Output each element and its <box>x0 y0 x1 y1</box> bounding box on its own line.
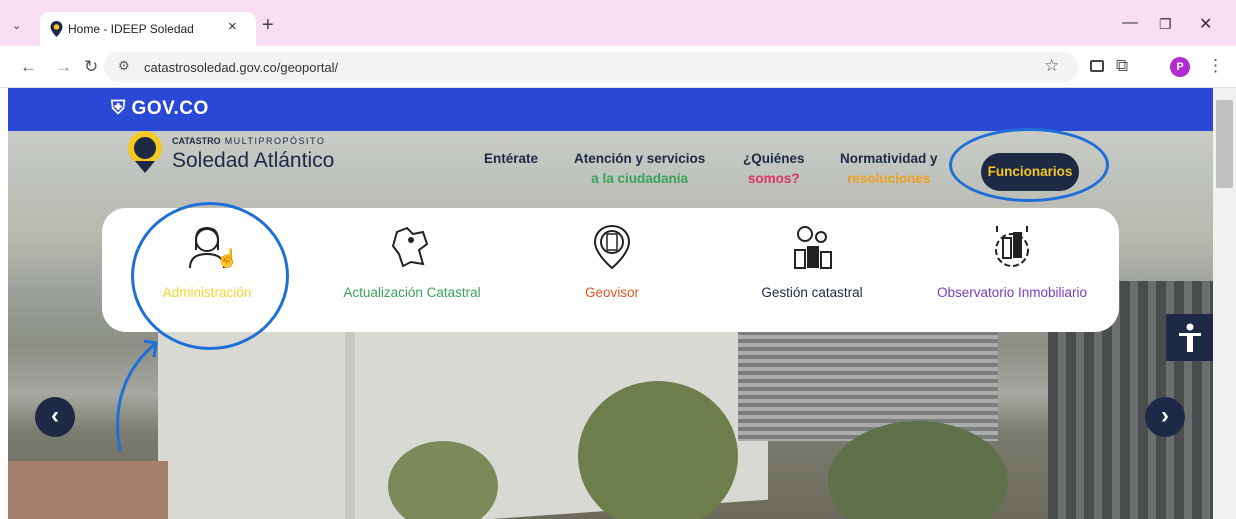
restore-icon[interactable]: ❐ <box>1159 16 1172 33</box>
map-pin-building-icon <box>593 224 631 270</box>
chevron-left-icon: ‹ <box>51 402 59 429</box>
nav-link-atencion[interactable]: Atención y servicios a la ciudadanía <box>574 149 705 189</box>
forward-icon[interactable]: → <box>55 57 72 77</box>
bookmark-star-icon[interactable]: ☆ <box>1044 56 1059 76</box>
nav-link-quienes-somos[interactable]: ¿Quiénes somos? <box>743 149 805 189</box>
service-actualizacion-catastral[interactable]: Actualización Catastral <box>327 208 497 332</box>
catastro-logo-icon[interactable] <box>128 131 162 165</box>
logo-pin-tail <box>135 161 155 173</box>
tab-title: Home - IDEEP Soledad <box>68 22 194 36</box>
minimize-icon[interactable]: — <box>1122 14 1138 32</box>
nav-link-enterate[interactable]: Entérate <box>484 149 538 169</box>
new-tab-button[interactable]: + <box>262 15 274 35</box>
chevron-right-icon: › <box>1161 402 1169 429</box>
logo-title: Soledad Atlántico <box>172 149 335 172</box>
browser-tab-strip: ⌄ Home - IDEEP Soledad × + — ❐ ✕ <box>0 0 1236 46</box>
gear-buildings-icon <box>995 226 1029 267</box>
url-text: catastrosoledad.gov.co/geoportal/ <box>144 60 339 75</box>
browser-toolbar: ← → ↻ ⚙ catastrosoledad.gov.co/geoportal… <box>0 46 1236 88</box>
annotation-arrow-icon <box>116 339 158 452</box>
scrollbar-thumb[interactable] <box>1216 100 1233 188</box>
utility-pole <box>345 301 355 519</box>
close-window-icon[interactable]: ✕ <box>1199 14 1212 34</box>
gov-co-logo[interactable]: ⛨ GOV.CO <box>111 98 209 120</box>
service-gestion-catastral[interactable]: Gestión catastral <box>742 208 882 332</box>
logo-subtitle: CATASTRO MULTIPROPÓSITO <box>172 136 326 146</box>
address-bar[interactable]: ⚙ catastrosoledad.gov.co/geoportal/ <box>104 52 1078 82</box>
site-info-icon[interactable]: ⚙ <box>118 58 130 74</box>
gov-co-bar: ⛨ GOV.CO <box>8 88 1213 131</box>
carousel-next-button[interactable]: › <box>1145 397 1185 437</box>
service-geovisor[interactable]: Geovisor <box>552 208 672 332</box>
tab-list-chevron-icon[interactable]: ⌄ <box>12 19 21 32</box>
service-label: Geovisor <box>584 285 640 300</box>
nav-link-normatividad[interactable]: Normatividad y resoluciones <box>840 149 938 189</box>
browser-tab[interactable]: Home - IDEEP Soledad × <box>40 12 256 46</box>
highlight-circle-funcionarios <box>949 128 1109 202</box>
tree <box>578 381 738 519</box>
service-observatorio-inmobiliario[interactable]: Observatorio Inmobiliario <box>927 208 1097 332</box>
tab-close-icon[interactable]: × <box>228 18 237 35</box>
tab-search-icon[interactable] <box>1090 60 1104 72</box>
location-buildings-icon <box>794 226 832 269</box>
profile-avatar[interactable]: P <box>1170 57 1190 77</box>
carousel-prev-button[interactable]: ‹ <box>35 397 75 437</box>
location-favicon-icon <box>50 21 63 37</box>
back-icon[interactable]: ← <box>20 57 37 77</box>
colombia-shield-icon: ⛨ <box>111 98 126 119</box>
highlight-circle-administracion <box>131 202 289 350</box>
accessibility-icon <box>1179 323 1201 352</box>
menu-kebab-icon[interactable]: ⋮ <box>1207 56 1224 76</box>
building-louvers <box>738 331 998 441</box>
map-region-icon <box>391 226 429 268</box>
service-label: Actualización Catastral <box>343 285 481 300</box>
reload-icon[interactable]: ↻ <box>84 57 98 77</box>
accessibility-button[interactable] <box>1166 314 1213 361</box>
web-page: ⛨ GOV.CO CATASTRO MULTIPROPÓSITO Soledad… <box>8 88 1213 519</box>
extensions-icon[interactable]: ⧉ <box>1116 56 1128 76</box>
service-label: Gestión catastral <box>761 285 863 300</box>
apartment-building <box>8 461 168 519</box>
service-label: Observatorio Inmobiliario <box>936 285 1088 300</box>
